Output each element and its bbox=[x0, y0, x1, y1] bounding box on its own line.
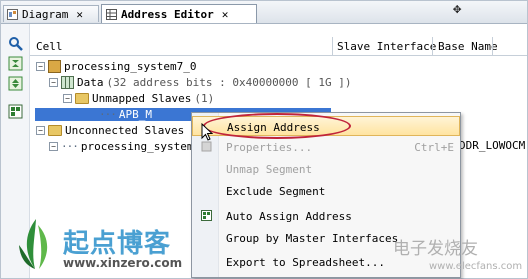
count-badge: (1) bbox=[194, 91, 215, 105]
highlight-ring bbox=[203, 113, 351, 139]
tree-row-processing-system[interactable]: − processing_system7_0 bbox=[36, 58, 196, 74]
menu-item-unmap-segment[interactable]: Unmap Segment bbox=[192, 159, 460, 179]
tree-label: APB_M bbox=[118, 107, 152, 121]
tree-row-unmapped[interactable]: − Unmapped Slaves (1) bbox=[63, 90, 214, 106]
processor-chip-icon bbox=[48, 59, 61, 73]
collapse-toggle-icon[interactable]: − bbox=[36, 125, 45, 135]
menu-item-exclude-segment[interactable]: Exclude Segment bbox=[192, 181, 460, 201]
elecfans-watermark: 电子发烧友 bbox=[393, 239, 478, 259]
close-icon[interactable]: ✕ bbox=[222, 8, 229, 21]
tab-diagram-label: Diagram bbox=[22, 7, 69, 21]
tree-label: Unmapped Slaves bbox=[92, 91, 192, 105]
tree-row-unconnected[interactable]: − Unconnected Slaves bbox=[36, 122, 184, 138]
column-base-name[interactable]: Base Name bbox=[438, 40, 498, 53]
collapse-toggle-icon[interactable]: − bbox=[36, 61, 45, 71]
collapse-toggle-icon[interactable]: − bbox=[49, 77, 58, 87]
mouse-pointer-icon bbox=[201, 123, 213, 141]
properties-icon bbox=[201, 141, 212, 152]
collapse-toggle-icon[interactable]: − bbox=[49, 141, 58, 151]
segment-icon: ··· bbox=[61, 139, 79, 153]
collapse-all-icon[interactable] bbox=[8, 56, 23, 71]
folder-icon bbox=[75, 92, 89, 104]
grid-table-icon bbox=[106, 8, 117, 20]
brand-logo-icon bbox=[19, 219, 48, 269]
tree-row-apb[interactable]: ··· APB_M bbox=[99, 106, 152, 122]
address-space-icon bbox=[61, 75, 74, 89]
folder-icon bbox=[48, 124, 62, 136]
tree-label: processing_system7_0 bbox=[64, 59, 197, 73]
tab-strip: Diagram ✕ Address Editor ✕ ✥ bbox=[1, 1, 527, 24]
shortcut-label: Ctrl+E bbox=[414, 141, 454, 154]
brand-url-watermark: www.xinzero.com bbox=[63, 256, 183, 270]
tab-address-editor-label: Address Editor bbox=[121, 7, 214, 21]
auto-assign-icon[interactable] bbox=[8, 104, 23, 119]
auto-assign-icon bbox=[201, 210, 212, 221]
table-header: Cell Slave Interface Base Name bbox=[30, 37, 527, 56]
move-cursor-icon: ✥ bbox=[453, 1, 462, 17]
tree-label: Unconnected Slaves bbox=[65, 123, 185, 137]
segment-icon: ··· bbox=[99, 107, 117, 121]
tree-row-data[interactable]: − Data (32 address bits : 0x40000000 [ 1… bbox=[49, 74, 352, 90]
menu-item-auto-assign[interactable]: Auto Assign Address bbox=[192, 206, 460, 226]
address-info: (32 address bits : 0x40000000 [ 1G ]) bbox=[106, 75, 352, 89]
column-slave-interface[interactable]: Slave Interface bbox=[337, 40, 436, 53]
base-name-value: DDR_LOWOCM bbox=[459, 139, 526, 152]
close-icon[interactable]: ✕ bbox=[76, 8, 83, 21]
tree-row-ps-child[interactable]: − ··· processing_system7 bbox=[49, 138, 200, 154]
column-cell[interactable]: Cell bbox=[36, 40, 63, 53]
elecfans-url-watermark: www.elecfans.com bbox=[429, 261, 523, 272]
tab-address-editor[interactable]: Address Editor ✕ bbox=[101, 4, 257, 23]
tree-label: processing_system7 bbox=[80, 139, 201, 153]
expand-all-icon[interactable] bbox=[8, 76, 23, 91]
search-icon[interactable] bbox=[8, 36, 23, 51]
brand-watermark: 起点博客 bbox=[63, 229, 172, 259]
tree-label: Data bbox=[77, 75, 104, 89]
menu-item-properties[interactable]: Properties... Ctrl+E bbox=[192, 137, 460, 157]
collapse-toggle-icon[interactable]: − bbox=[63, 93, 72, 103]
tab-diagram[interactable]: Diagram ✕ bbox=[3, 5, 99, 22]
diagram-icon bbox=[7, 8, 18, 20]
address-editor-window: Diagram ✕ Address Editor ✕ ✥ Cell Slave … bbox=[0, 0, 528, 279]
